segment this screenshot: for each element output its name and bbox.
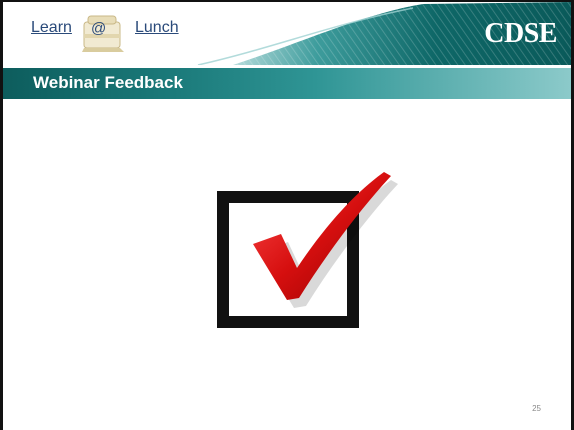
slide-title: Webinar Feedback [33, 73, 183, 92]
page-number: 25 [532, 404, 541, 413]
logo-at-text: @ [91, 20, 107, 37]
cdse-logo: CDSE [484, 18, 557, 49]
slide: Learn @ Lunch CDSE Webinar Feedback 25 [0, 0, 574, 430]
title-bar: Webinar Feedback [3, 68, 571, 99]
logo-lunch-text: Lunch [135, 19, 179, 36]
checkbox-checked-icon [171, 162, 421, 332]
logo-learn-text: Learn [31, 19, 72, 36]
learn-at-lunch-logo: Learn @ Lunch [31, 15, 211, 52]
slide-header: Learn @ Lunch CDSE [3, 2, 571, 65]
